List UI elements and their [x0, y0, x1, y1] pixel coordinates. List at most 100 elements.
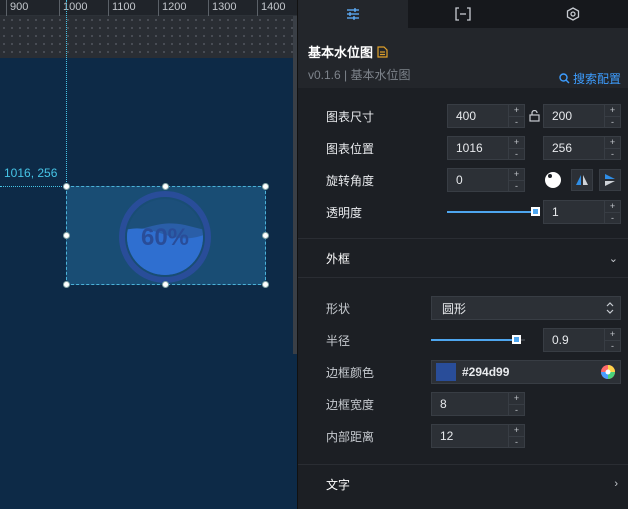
ruler-tick: 1100 — [108, 0, 136, 16]
rotation-value: 0 — [456, 173, 463, 187]
decrement-button[interactable]: - — [605, 117, 620, 128]
resize-handle-bottom-left[interactable] — [63, 281, 70, 288]
resize-handle-bottom[interactable] — [162, 281, 169, 288]
decrement-button[interactable]: - — [605, 213, 620, 224]
lock-icon[interactable] — [529, 110, 540, 122]
decrement-button[interactable]: - — [509, 181, 524, 192]
flip-horizontal-button[interactable] — [571, 169, 593, 191]
decrement-button[interactable]: - — [509, 117, 524, 128]
increment-button[interactable]: + — [509, 393, 524, 405]
editor-canvas[interactable]: 900 1000 1100 1200 1300 1400 1016, 256 6… — [0, 0, 297, 509]
ruler-tick-label: 900 — [10, 1, 29, 13]
increment-button[interactable]: + — [605, 105, 620, 117]
radius-stepper[interactable]: + - — [604, 329, 620, 351]
decrement-button[interactable]: - — [509, 149, 524, 160]
resize-handle-top[interactable] — [162, 183, 169, 190]
flip-vertical-button[interactable] — [599, 169, 621, 191]
opacity-value: 1 — [552, 205, 559, 219]
decrement-button[interactable]: - — [509, 405, 524, 416]
opacity-slider-handle[interactable] — [531, 207, 540, 216]
increment-button[interactable]: + — [605, 201, 620, 213]
chart-size-row: 图表尺寸 400 + - 200 + - — [298, 100, 628, 132]
component-title-row: 基本水位图 — [308, 42, 618, 61]
canvas-offstage-area — [0, 16, 297, 58]
radius-label: 半径 — [326, 333, 351, 348]
height-input[interactable]: 200 + - — [543, 104, 621, 128]
increment-button[interactable]: + — [509, 169, 524, 181]
decrement-button[interactable]: - — [605, 149, 620, 160]
chart-position-label: 图表位置 — [326, 141, 375, 156]
border-color-input[interactable]: #294d99 — [431, 360, 621, 384]
rotation-input[interactable]: 0 + - — [447, 168, 525, 192]
tab-interaction[interactable] — [518, 0, 628, 28]
selected-widget[interactable]: 60% — [63, 183, 269, 288]
border-group-header[interactable]: 外框 ⌄ — [298, 239, 628, 277]
ruler-tick-label: 1400 — [261, 1, 286, 13]
resize-handle-left[interactable] — [63, 232, 70, 239]
ruler-tick: 1300 — [208, 0, 236, 16]
text-group-header[interactable]: 文字 › — [298, 465, 628, 503]
position-x-input[interactable]: 1016 + - — [447, 136, 525, 160]
interaction-icon — [566, 7, 580, 21]
color-picker-icon[interactable] — [600, 364, 616, 380]
increment-button[interactable]: + — [509, 105, 524, 117]
radius-value: 0.9 — [552, 333, 569, 347]
opacity-label: 透明度 — [326, 205, 363, 220]
border-width-stepper[interactable]: + - — [508, 393, 524, 415]
sliders-icon — [347, 8, 359, 20]
increment-button[interactable]: + — [605, 329, 620, 341]
select-arrows-icon — [606, 302, 614, 314]
tab-config[interactable] — [298, 0, 408, 28]
position-readout: 1016, 256 — [4, 166, 58, 180]
height-stepper[interactable]: + - — [604, 105, 620, 127]
component-header: 基本水位图 v0.1.6 | 基本水位图 搜索配置 — [298, 28, 628, 88]
text-group-label: 文字 — [326, 477, 351, 492]
inner-padding-stepper[interactable]: + - — [508, 425, 524, 447]
resize-handle-bottom-right[interactable] — [262, 281, 269, 288]
opacity-row: 透明度 1 + - — [298, 196, 628, 228]
flip-vertical-icon — [605, 174, 615, 186]
inner-padding-input[interactable]: 12 + - — [431, 424, 525, 448]
config-panel: 基本水位图 v0.1.6 | 基本水位图 搜索配置 图表尺寸 400 + - 2… — [297, 0, 628, 509]
border-width-row: 边框宽度 8 + - — [298, 388, 628, 420]
radius-input[interactable]: 0.9 + - — [543, 328, 621, 352]
bracket-icon — [455, 7, 471, 21]
ruler-tick: 1400 — [257, 0, 285, 16]
increment-button[interactable]: + — [605, 137, 620, 149]
rotation-dial-icon[interactable] — [544, 171, 562, 189]
position-y-input[interactable]: 256 + - — [543, 136, 621, 160]
border-color-row: 边框颜色 #294d99 — [298, 356, 628, 388]
tab-data[interactable] — [408, 0, 518, 28]
increment-button[interactable]: + — [509, 425, 524, 437]
decrement-button[interactable]: - — [509, 437, 524, 448]
width-stepper[interactable]: + - — [508, 105, 524, 127]
border-color-label: 边框颜色 — [326, 365, 375, 380]
ruler-tick-label: 1200 — [162, 1, 187, 13]
position-y-stepper[interactable]: + - — [604, 137, 620, 159]
border-width-input[interactable]: 8 + - — [431, 392, 525, 416]
position-x-stepper[interactable]: + - — [508, 137, 524, 159]
color-swatch[interactable] — [436, 363, 456, 381]
shape-select[interactable]: 圆形 — [431, 296, 621, 320]
flip-horizontal-icon — [576, 175, 588, 185]
search-config-link[interactable]: 搜索配置 — [559, 70, 621, 87]
border-color-value: #294d99 — [462, 365, 510, 379]
resize-handle-right[interactable] — [262, 232, 269, 239]
opacity-input[interactable]: 1 + - — [543, 200, 621, 224]
ruler-tick: 1000 — [59, 0, 87, 16]
document-icon[interactable] — [377, 45, 388, 58]
vertical-guide-line — [66, 0, 67, 186]
search-config-label: 搜索配置 — [572, 72, 621, 86]
opacity-stepper[interactable]: + - — [604, 201, 620, 223]
increment-button[interactable]: + — [509, 137, 524, 149]
rotation-stepper[interactable]: + - — [508, 169, 524, 191]
inner-padding-row: 内部距离 12 + - — [298, 420, 628, 452]
chart-size-label: 图表尺寸 — [326, 109, 375, 124]
decrement-button[interactable]: - — [605, 341, 620, 352]
resize-handle-top-right[interactable] — [262, 183, 269, 190]
radius-slider-handle[interactable] — [512, 335, 521, 344]
resize-handle-top-left[interactable] — [63, 183, 70, 190]
width-input[interactable]: 400 + - — [447, 104, 525, 128]
width-value: 400 — [456, 109, 477, 123]
radius-slider-fill — [431, 339, 516, 341]
